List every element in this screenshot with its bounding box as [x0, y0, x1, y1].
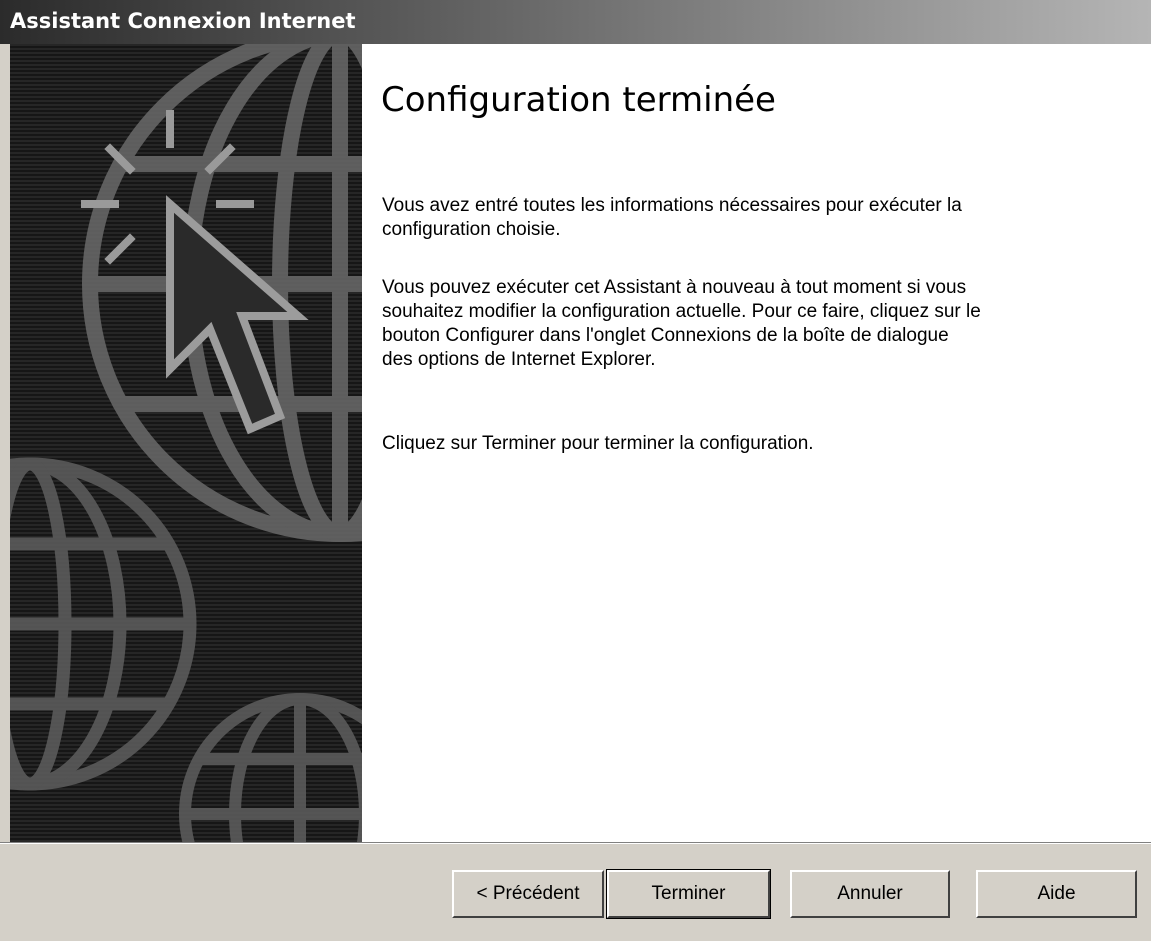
- banner-artwork: [10, 44, 362, 842]
- window-title: Assistant Connexion Internet: [10, 9, 356, 33]
- page-title: Configuration terminée: [381, 80, 776, 120]
- wizard-content-panel: Configuration terminée Vous avez entré t…: [362, 44, 1151, 842]
- previous-button[interactable]: < Précédent: [452, 870, 604, 918]
- instruction-paragraph: Cliquez sur Terminer pour terminer la co…: [382, 433, 814, 454]
- info-paragraph: Vous pouvez exécuter cet Assistant à nou…: [382, 277, 981, 370]
- info-paragraph: Vous avez entré toutes les informations …: [382, 195, 962, 240]
- wizard-window: Assistant Connexion Internet Configurati…: [0, 0, 1151, 941]
- wizard-banner-image: [10, 44, 362, 842]
- help-button[interactable]: Aide: [976, 870, 1137, 918]
- button-bar-separator: [0, 842, 1151, 844]
- finish-button[interactable]: Terminer: [606, 869, 771, 919]
- title-bar[interactable]: Assistant Connexion Internet: [0, 0, 1151, 44]
- cancel-button[interactable]: Annuler: [790, 870, 950, 918]
